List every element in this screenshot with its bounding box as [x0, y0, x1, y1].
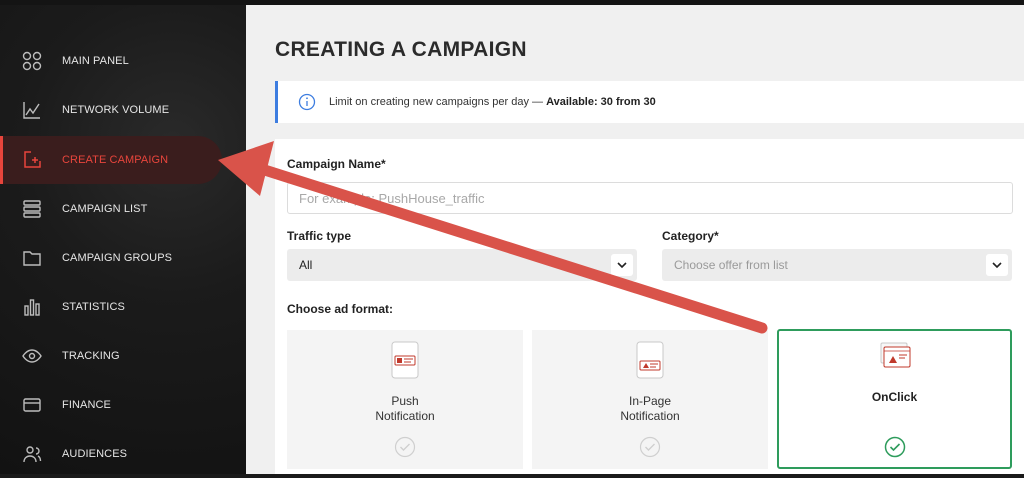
campaign-name-input[interactable] — [287, 182, 1013, 214]
campaign-name-label: Campaign Name* — [287, 157, 386, 171]
sidebar-item-create-campaign[interactable]: CREATE CAMPAIGN — [0, 136, 222, 184]
chevron-down-icon — [986, 254, 1008, 276]
sidebar-item-label: CAMPAIGN GROUPS — [62, 252, 173, 264]
ad-format-label: Choose ad format: — [287, 302, 394, 316]
check-circle-icon — [884, 436, 905, 458]
check-circle-icon — [639, 436, 661, 458]
sidebar-item-network-volume[interactable]: NETWORK VOLUME — [0, 86, 222, 134]
in-page-notification-icon — [636, 341, 664, 379]
sidebar-item-tracking[interactable]: TRACKING — [0, 332, 222, 380]
traffic-type-value: All — [299, 258, 313, 272]
plus-square-icon — [24, 151, 41, 168]
sidebar-item-campaign-list[interactable]: CAMPAIGN LIST — [0, 185, 222, 233]
main-content: CREATING A CAMPAIGN Limit on creating ne… — [246, 5, 1024, 474]
card-icon — [23, 398, 41, 412]
traffic-type-label: Traffic type — [287, 229, 352, 243]
page-title: CREATING A CAMPAIGN — [275, 38, 527, 61]
onclick-icon — [880, 342, 910, 368]
campaign-form: Campaign Name* Traffic type All Category… — [275, 139, 1024, 474]
sidebar-item-finance[interactable]: FINANCE — [0, 381, 222, 429]
sidebar-item-label: AUDIENCES — [62, 448, 128, 460]
traffic-type-select[interactable]: All — [287, 249, 637, 281]
bar-chart-icon — [24, 299, 40, 316]
format-option-push[interactable]: Push Notification — [287, 330, 523, 469]
sidebar-item-label: MAIN PANEL — [62, 55, 129, 67]
format-name-line1: Push — [391, 394, 419, 408]
sidebar-item-label: CAMPAIGN LIST — [62, 203, 148, 215]
sidebar-item-label: FINANCE — [62, 399, 111, 411]
format-name-line2: Notification — [375, 409, 435, 423]
folder-icon — [23, 251, 41, 266]
format-name-line1: In-Page — [628, 394, 672, 408]
sidebar-item-audiences[interactable]: AUDIENCES — [0, 430, 222, 478]
info-icon — [298, 93, 316, 111]
sidebar-item-label: CREATE CAMPAIGN — [62, 154, 169, 166]
format-name-line2: Notification — [620, 409, 680, 423]
push-notification-icon — [391, 341, 419, 379]
category-label: Category* — [662, 229, 719, 243]
sidebar-item-main-panel[interactable]: MAIN PANEL — [0, 37, 222, 85]
category-placeholder: Choose offer from list — [674, 258, 788, 272]
sidebar: MAIN PANEL NETWORK VOLUME CREATE CAMPAIG… — [0, 5, 246, 474]
users-icon — [23, 446, 42, 463]
format-option-in-page[interactable]: In-Page Notification — [532, 330, 768, 469]
info-banner: Limit on creating new campaigns per day … — [275, 81, 1024, 123]
eye-icon — [22, 349, 42, 363]
category-select[interactable]: Choose offer from list — [662, 249, 1012, 281]
sidebar-item-campaign-groups[interactable]: CAMPAIGN GROUPS — [0, 234, 222, 282]
info-text: Limit on creating new campaigns per day … — [329, 96, 656, 108]
grid-icon — [22, 51, 42, 71]
available-count: Available: 30 from 30 — [546, 96, 656, 108]
sidebar-item-statistics[interactable]: STATISTICS — [0, 283, 222, 331]
list-icon — [23, 200, 41, 218]
sidebar-item-label: TRACKING — [62, 350, 120, 362]
format-option-onclick[interactable]: OnClick — [777, 329, 1012, 469]
sidebar-item-label: NETWORK VOLUME — [62, 104, 170, 116]
check-circle-icon — [394, 436, 416, 458]
chart-line-icon — [23, 102, 40, 119]
format-name-line1: OnClick — [871, 390, 918, 404]
chevron-down-icon — [611, 254, 633, 276]
sidebar-item-label: STATISTICS — [62, 301, 125, 313]
